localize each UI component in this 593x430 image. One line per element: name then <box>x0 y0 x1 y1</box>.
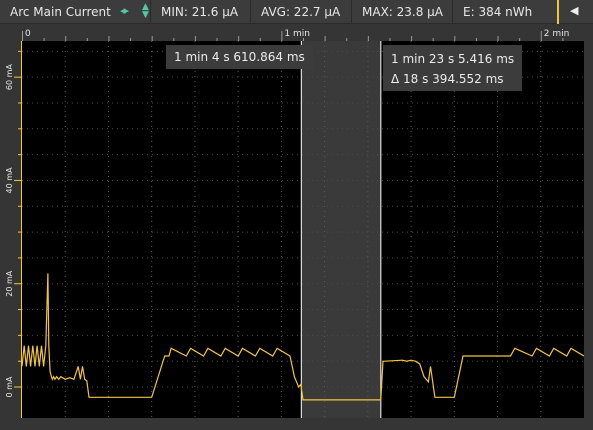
header-divider <box>250 0 251 24</box>
selection-start-label: 1 min 4 s 610.864 ms <box>166 45 313 69</box>
header-divider <box>351 0 352 24</box>
energy-value: E: 384 nWh <box>463 5 533 19</box>
time-tick-label: 1 min <box>284 29 310 39</box>
header-divider <box>150 0 151 24</box>
current-tick-label: 20 mA <box>5 270 14 297</box>
selection-end-label: 1 min 23 s 5.416 ms Δ 18 s 394.552 ms <box>383 45 523 91</box>
max-value: MAX: 23.8 µA <box>362 5 444 19</box>
selection-start-text: 1 min 4 s 610.864 ms <box>174 50 305 64</box>
collapse-left-icon[interactable]: ◀ <box>570 4 578 17</box>
current-axis[interactable]: 0 mA 20 mA 40 mA 60 mA <box>0 41 22 418</box>
header-divider <box>452 0 453 24</box>
selection-end-text: 1 min 23 s 5.416 ms <box>391 52 515 66</box>
current-plot[interactable] <box>22 41 584 418</box>
channel-color-marker <box>557 0 559 24</box>
min-value: MIN: 21.6 µA <box>161 5 239 19</box>
time-axis[interactable]: 0 1 min 2 min <box>22 24 584 41</box>
avg-value: AVG: 22.7 µA <box>261 5 341 19</box>
channel-title: Arc Main Current <box>10 5 111 19</box>
current-tick-label: 0 mA <box>5 376 14 397</box>
current-tick-label: 60 mA <box>5 64 14 91</box>
selection-region <box>301 41 381 418</box>
current-tick-label: 40 mA <box>5 167 14 194</box>
time-tick-label: 0 <box>25 29 31 39</box>
channel-header: Arc Main Current ◂▸ ▲ ▼ MIN: 21.6 µA AVG:… <box>0 0 593 24</box>
time-tick-label: 2 min <box>544 29 570 39</box>
selection-delta-text: Δ 18 s 394.552 ms <box>391 72 504 86</box>
